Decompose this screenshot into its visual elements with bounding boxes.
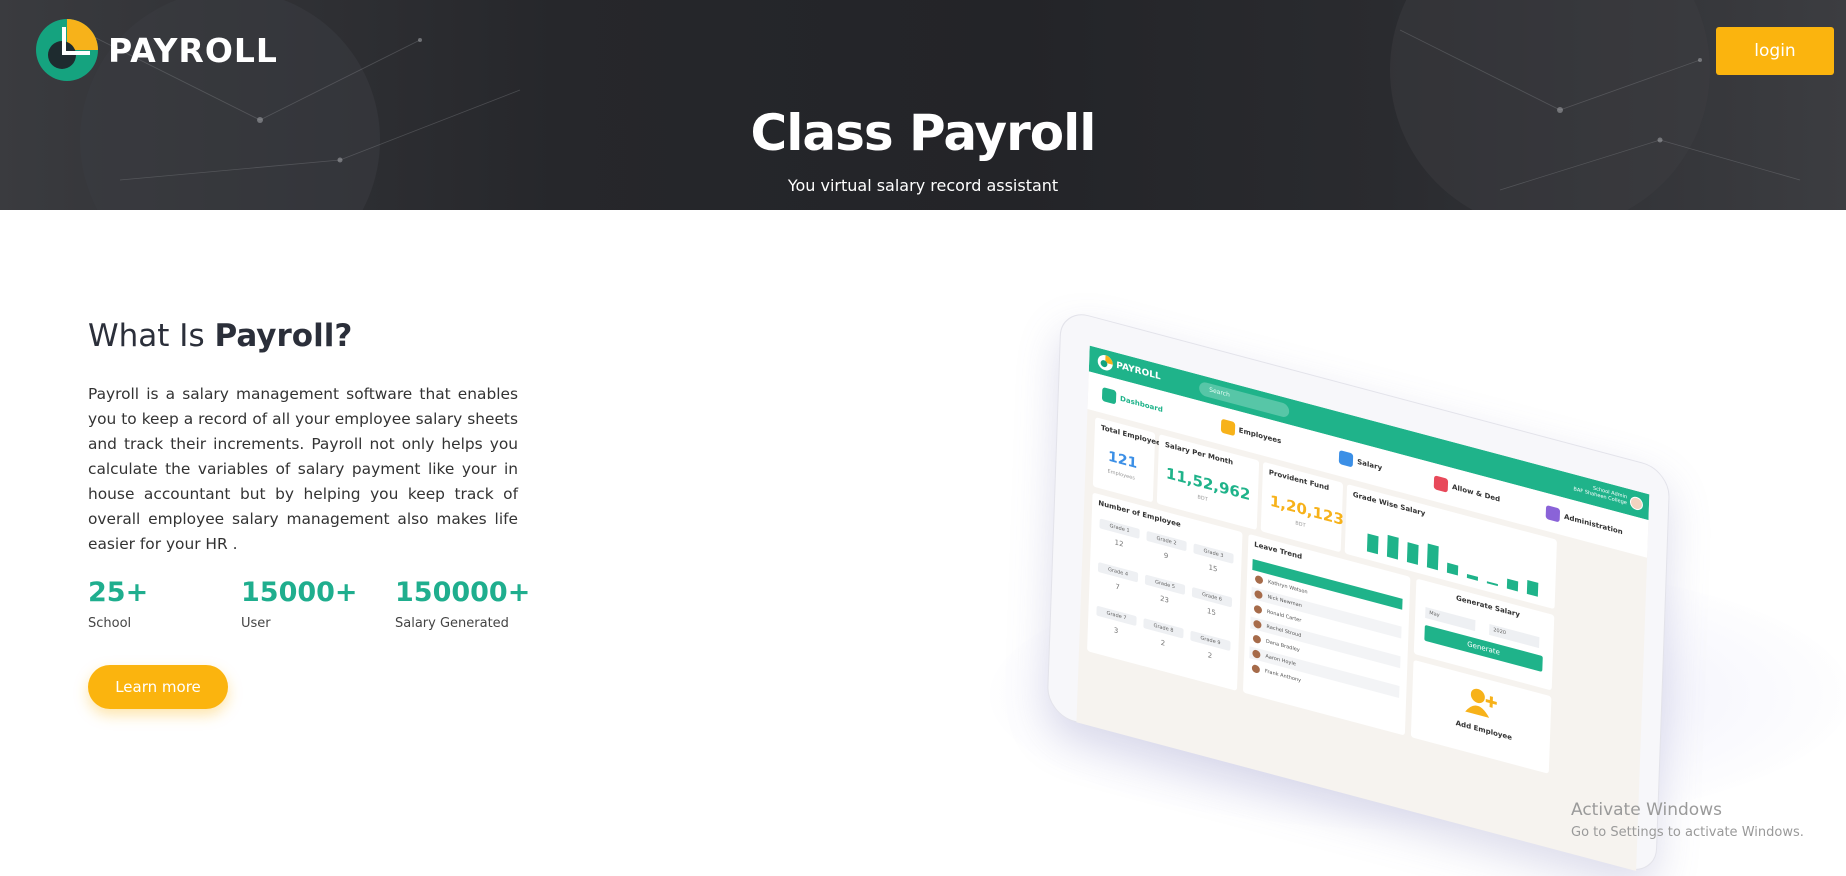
grade-salary-bar: [1446, 562, 1459, 576]
employees-icon: [1220, 418, 1236, 437]
stat-schools: 25+ School: [88, 577, 148, 631]
payroll-logo-icon: [36, 19, 98, 81]
learn-more-button[interactable]: Learn more: [88, 665, 228, 709]
card-unit: BDT: [1295, 520, 1306, 530]
plus-icon: [1433, 475, 1449, 493]
dashboard-icon: [1101, 386, 1117, 405]
hero-banner: PAYROLL login Class Payroll You virtual …: [0, 0, 1846, 210]
grade-salary-bar: [1486, 581, 1498, 587]
brand-logo[interactable]: PAYROLL: [34, 17, 278, 83]
preview-nav-label: Salary: [1357, 457, 1383, 473]
avatar: [1254, 589, 1263, 600]
payroll-logo-icon: [1097, 355, 1113, 371]
grade-salary-bar: [1386, 534, 1399, 560]
grade-salary-bar: [1466, 573, 1479, 581]
stat-salary-generated: 150000+ Salary Generated: [395, 577, 530, 631]
grade-salary-bar: [1366, 533, 1379, 555]
grade-salary-bar: [1506, 578, 1519, 592]
windows-activation-title: Activate Windows: [1571, 800, 1722, 820]
about-heading-strong: Payroll?: [214, 318, 353, 354]
about-heading: What Is Payroll?: [88, 318, 352, 354]
preview-card-provident-fund: Provident Fund 1,20,123 BDT: [1260, 461, 1345, 553]
grade-salary-bar: [1406, 542, 1419, 565]
avatar: [1253, 604, 1263, 615]
preview-nav-administration: Administration: [1545, 504, 1623, 539]
stat-value: 15000+: [241, 577, 358, 608]
card-unit: BDT: [1197, 494, 1208, 503]
login-button[interactable]: login: [1716, 27, 1834, 75]
brand-name: PAYROLL: [108, 30, 278, 70]
avatar: [1251, 663, 1261, 674]
card-title: Leave Trend: [1254, 540, 1303, 562]
preview-nav-label: Administration: [1563, 512, 1623, 537]
add-user-icon: [1465, 688, 1497, 718]
card-title: Add Employee: [1455, 719, 1513, 742]
preview-card-total-employee: Total Employee 121 Employees: [1092, 417, 1161, 503]
card-value: 1,20,123: [1269, 491, 1345, 530]
avatar: [1629, 495, 1644, 512]
preview-card-number-of-employee: Number of Employee Grade 1 12 Grade 2 9 Grad…: [1087, 492, 1243, 691]
stat-users: 15000+ User: [241, 577, 358, 631]
card-title: Provident Fund: [1268, 468, 1330, 493]
about-description: Payroll is a salary management software …: [88, 385, 518, 553]
grade-salary-bar: [1526, 579, 1539, 597]
page-subtitle: You virtual salary record assistant: [787, 176, 1059, 195]
preview-nav-label: Allow & Ded: [1451, 482, 1501, 504]
stat-value: 150000+: [395, 577, 531, 608]
page-title: Class Payroll: [750, 104, 1097, 162]
preview-nav-employees: Employees: [1220, 418, 1282, 449]
grade-salary-bar: [1426, 543, 1439, 571]
card-title: Total Employee: [1100, 423, 1161, 448]
avatar: [1252, 634, 1262, 645]
stat-value: 25+: [88, 577, 149, 608]
gear-icon: [1545, 504, 1561, 523]
salary-icon: [1338, 449, 1354, 468]
preview-nav-label: Dashboard: [1119, 394, 1163, 415]
preview-brand: PAYROLL: [1116, 360, 1161, 383]
stat-label: User: [241, 616, 271, 631]
preview-nav-allow-ded: Allow & Ded: [1433, 475, 1501, 506]
windows-activation-subtitle: Go to Settings to activate Windows.: [1571, 825, 1804, 840]
avatar: [1252, 649, 1261, 660]
preview-nav-label: Employees: [1238, 426, 1282, 446]
card-title: Generate Salary: [1455, 594, 1521, 619]
about-heading-prefix: What Is: [88, 318, 215, 354]
preview-nav-dashboard: Dashboard: [1101, 386, 1163, 417]
preview-nav-salary: Salary: [1338, 449, 1383, 475]
card-value: 11,52,962: [1165, 463, 1251, 505]
avatar: [1254, 574, 1264, 585]
stat-label: School: [88, 616, 132, 631]
avatar: [1253, 619, 1262, 630]
stat-label: Salary Generated: [395, 616, 509, 631]
generate-button: Generate: [1424, 624, 1543, 672]
